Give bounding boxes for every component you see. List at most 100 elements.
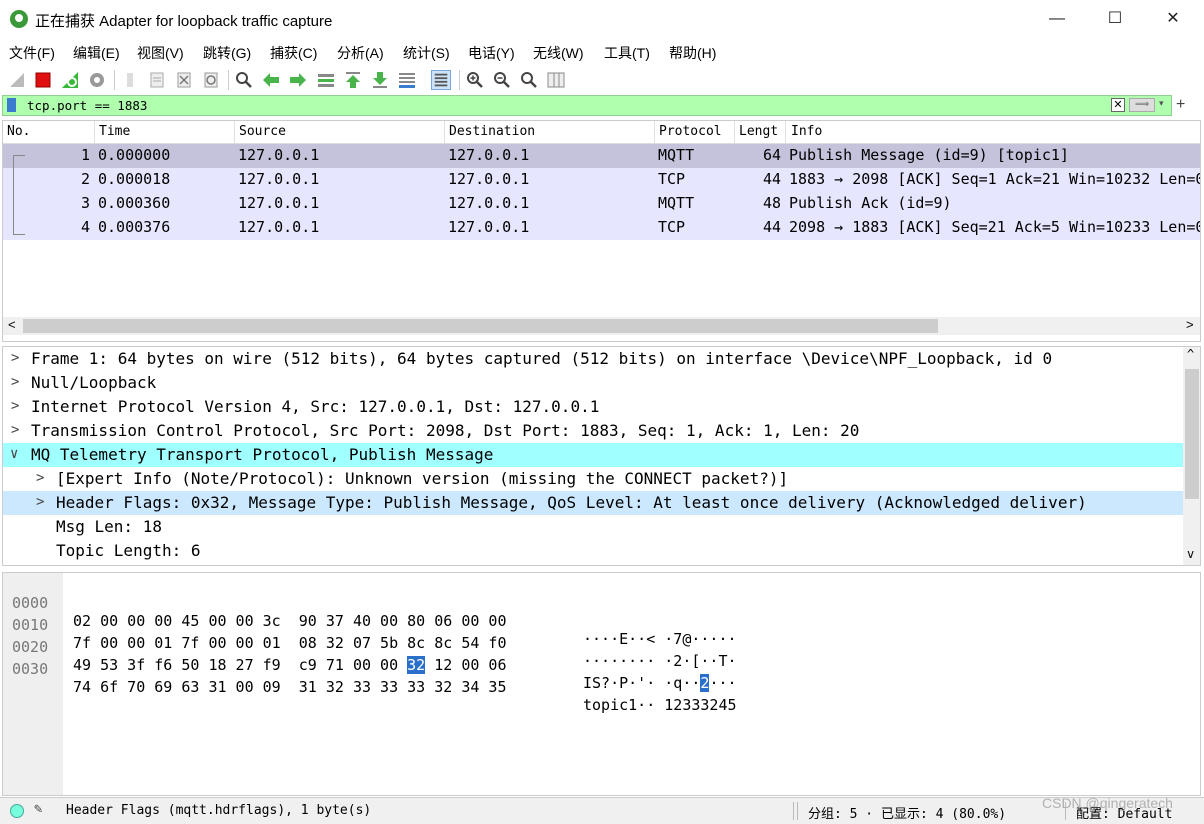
hex-row[interactable]: 0020 49 53 3f f6 50 18 27 f9 c9 71 00 00… xyxy=(3,620,737,692)
scroll-left-icon[interactable]: < xyxy=(8,317,16,332)
add-filter-button-icon[interactable]: + xyxy=(1176,96,1185,114)
bookmark-icon[interactable] xyxy=(7,98,16,112)
save-file-icon[interactable] xyxy=(147,70,167,90)
stop-capture-icon[interactable] xyxy=(33,70,53,90)
close-file-icon[interactable] xyxy=(174,70,194,90)
capture-options-icon[interactable] xyxy=(87,70,107,90)
column-divider[interactable] xyxy=(734,121,735,143)
maximize-button[interactable]: ☐ xyxy=(1086,0,1144,38)
column-header-destination[interactable]: Destination xyxy=(449,124,535,139)
column-divider[interactable] xyxy=(785,121,786,143)
detail-row-expert-info[interactable]: > [Expert Info (Note/Protocol): Unknown … xyxy=(3,467,1183,491)
expand-chevron-icon[interactable]: > xyxy=(11,398,19,414)
scrollbar-thumb[interactable] xyxy=(23,319,938,333)
minimize-button[interactable]: — xyxy=(1028,0,1086,38)
column-header-source[interactable]: Source xyxy=(239,124,286,139)
menu-file[interactable]: 文件(F) xyxy=(9,43,55,63)
packet-time: 0.000376 xyxy=(98,218,171,236)
find-packet-icon[interactable] xyxy=(234,70,254,90)
packet-list-horizontal-scrollbar[interactable]: < > xyxy=(3,317,1200,335)
packet-protocol: MQTT xyxy=(658,194,695,212)
column-header-time[interactable]: Time xyxy=(99,124,130,139)
expand-chevron-icon[interactable]: > xyxy=(36,494,44,510)
details-vertical-scrollbar[interactable]: ^ v xyxy=(1183,347,1200,565)
zoom-normal-icon[interactable] xyxy=(519,70,539,90)
go-first-packet-icon[interactable] xyxy=(343,70,363,90)
selected-byte[interactable]: 32 xyxy=(407,656,426,674)
detail-row-null-loopback[interactable]: > Null/Loopback xyxy=(3,371,1183,395)
detail-row-msg-len[interactable]: Msg Len: 18 xyxy=(3,515,1183,539)
open-file-icon[interactable] xyxy=(120,70,140,90)
packet-row[interactable]: 4 0.000376 127.0.0.1 127.0.0.1 TCP 44 20… xyxy=(3,216,1200,240)
hex-bytes: 7f 00 00 01 7f 00 00 01 08 32 07 5b 8c 8… xyxy=(73,634,507,652)
scroll-right-icon[interactable]: > xyxy=(1186,317,1194,332)
scroll-up-icon[interactable]: ^ xyxy=(1187,347,1194,361)
menu-wireless[interactable]: 无线(W) xyxy=(533,43,584,63)
colorize-icon[interactable] xyxy=(431,70,451,90)
collapse-chevron-icon[interactable]: ∨ xyxy=(10,446,18,462)
column-divider[interactable] xyxy=(234,121,235,143)
go-forward-icon[interactable] xyxy=(288,70,308,90)
expand-chevron-icon[interactable]: > xyxy=(11,422,19,438)
menu-tools[interactable]: 工具(T) xyxy=(604,43,650,63)
go-back-icon[interactable] xyxy=(261,70,281,90)
expand-chevron-icon[interactable]: > xyxy=(11,374,19,390)
hex-bytes: 49 53 3f f6 50 18 27 f9 c9 71 00 00 32 1… xyxy=(73,656,507,674)
expand-chevron-icon[interactable]: > xyxy=(36,470,44,486)
start-capture-icon[interactable] xyxy=(7,70,27,90)
packet-row[interactable]: 2 0.000018 127.0.0.1 127.0.0.1 TCP 44 18… xyxy=(3,168,1200,192)
menu-help[interactable]: 帮助(H) xyxy=(669,43,716,63)
packet-no: 3 xyxy=(81,194,91,212)
column-header-info[interactable]: Info xyxy=(791,124,822,139)
display-filter-input[interactable] xyxy=(27,97,1087,114)
reload-file-icon[interactable] xyxy=(201,70,221,90)
detail-text: [Expert Info (Note/Protocol): Unknown ve… xyxy=(56,469,789,488)
detail-row-ipv4[interactable]: > Internet Protocol Version 4, Src: 127.… xyxy=(3,395,1183,419)
detail-row-mqtt[interactable]: ∨ MQ Telemetry Transport Protocol, Publi… xyxy=(3,443,1183,467)
expert-info-status-icon[interactable] xyxy=(10,804,24,818)
hex-row[interactable]: 0010 7f 00 00 01 7f 00 00 01 08 32 07 5b… xyxy=(3,598,737,670)
detail-row-header-flags[interactable]: > Header Flags: 0x32, Message Type: Publ… xyxy=(3,491,1183,515)
detail-row-tcp[interactable]: > Transmission Control Protocol, Src Por… xyxy=(3,419,1183,443)
detail-row-frame[interactable]: > Frame 1: 64 bytes on wire (512 bits), … xyxy=(3,347,1183,371)
packet-row[interactable]: 1 0.000000 127.0.0.1 127.0.0.1 MQTT 64 P… xyxy=(3,144,1200,168)
menu-edit[interactable]: 编辑(E) xyxy=(73,43,120,63)
menu-view[interactable]: 视图(V) xyxy=(137,43,184,63)
menu-telephony[interactable]: 电话(Y) xyxy=(468,43,515,63)
filter-history-chevron-down-icon[interactable]: ▾ xyxy=(1159,98,1164,109)
packet-source: 127.0.0.1 xyxy=(238,146,320,164)
zoom-in-icon[interactable] xyxy=(465,70,485,90)
expand-chevron-icon[interactable]: > xyxy=(11,350,19,366)
packet-row[interactable]: 3 0.000360 127.0.0.1 127.0.0.1 MQTT 48 P… xyxy=(3,192,1200,216)
menu-statistics[interactable]: 统计(S) xyxy=(403,43,450,63)
zoom-out-icon[interactable] xyxy=(492,70,512,90)
resize-columns-icon[interactable] xyxy=(546,70,566,90)
packet-time: 0.000018 xyxy=(98,170,171,188)
menu-capture[interactable]: 捕获(C) xyxy=(270,43,317,63)
detail-text: Null/Loopback xyxy=(31,373,157,392)
capture-comment-edit-icon[interactable]: ✎ xyxy=(34,801,42,817)
column-divider[interactable] xyxy=(444,121,445,143)
hex-row[interactable]: 0030 74 6f 70 69 63 31 00 09 31 32 33 33… xyxy=(3,642,737,714)
go-last-packet-icon[interactable] xyxy=(370,70,390,90)
detail-row-topic-length[interactable]: Topic Length: 6 xyxy=(3,539,1183,563)
scroll-down-icon[interactable]: v xyxy=(1187,547,1194,561)
hex-ascii: topic1·· 12333245 xyxy=(583,696,737,714)
column-header-no[interactable]: No. xyxy=(7,124,30,139)
apply-filter-icon[interactable]: ⟹ xyxy=(1129,98,1155,112)
column-header-length[interactable]: Lengt xyxy=(739,124,778,139)
packet-info: 1883 → 2098 [ACK] Seq=1 Ack=21 Win=10232… xyxy=(789,170,1200,188)
detail-text: MQ Telemetry Transport Protocol, Publish… xyxy=(31,445,494,464)
close-button[interactable]: ✕ xyxy=(1144,0,1202,38)
auto-scroll-icon[interactable] xyxy=(397,70,417,90)
hex-row[interactable]: 0000 02 00 00 00 45 00 00 3c 90 37 40 00… xyxy=(3,576,737,648)
menu-go[interactable]: 跳转(G) xyxy=(203,43,251,63)
restart-capture-icon[interactable] xyxy=(60,70,80,90)
column-divider[interactable] xyxy=(654,121,655,143)
menu-analyze[interactable]: 分析(A) xyxy=(337,43,384,63)
go-to-packet-icon[interactable] xyxy=(316,70,336,90)
clear-filter-icon[interactable]: ✕ xyxy=(1111,98,1125,112)
column-header-protocol[interactable]: Protocol xyxy=(659,124,722,139)
column-divider[interactable] xyxy=(94,121,95,143)
scrollbar-thumb[interactable] xyxy=(1185,369,1199,499)
